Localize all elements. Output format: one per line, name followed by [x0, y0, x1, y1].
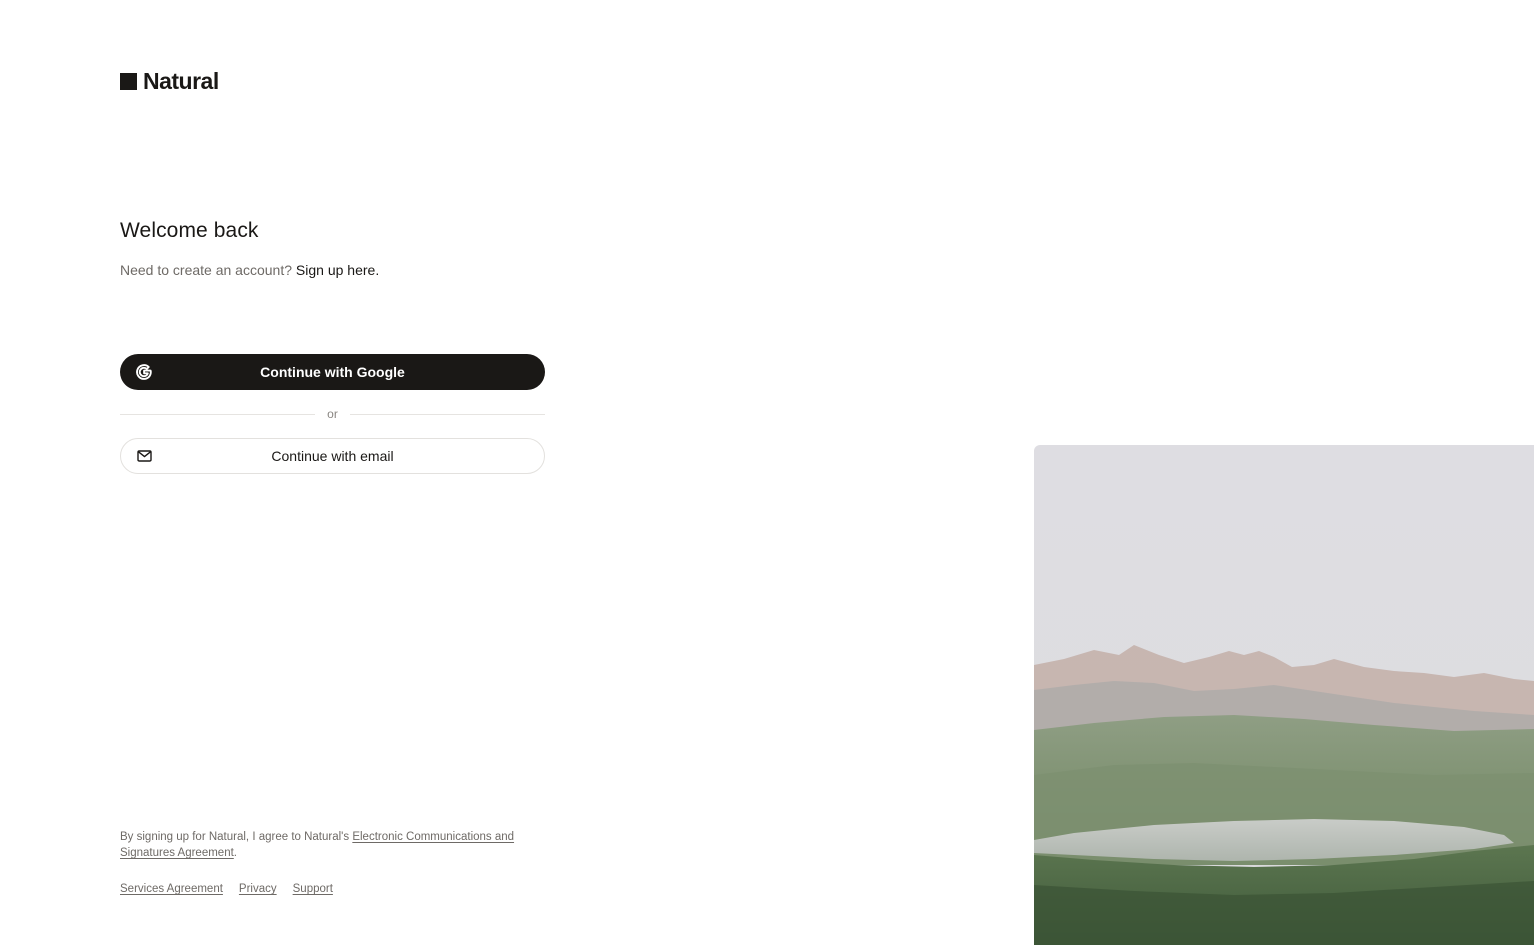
landscape-image [1034, 445, 1534, 945]
legal-notice-period: . [233, 847, 237, 859]
divider-line-right [349, 413, 546, 415]
signup-prompt: Need to create an account? Sign up here. [120, 262, 379, 278]
signup-prompt-text: Need to create an account? [120, 262, 293, 278]
services-agreement-link[interactable]: Services Agreement [120, 881, 223, 897]
privacy-link[interactable]: Privacy [239, 881, 277, 897]
or-divider: or [120, 405, 546, 423]
support-link[interactable]: Support [293, 881, 333, 897]
footer-links: Services Agreement Privacy Support [120, 881, 333, 897]
legal-notice-text: By signing up for Natural, I agree to Na… [120, 831, 350, 843]
legal-notice: By signing up for Natural, I agree to Na… [120, 829, 540, 861]
email-button-label: Continue with email [271, 448, 394, 464]
divider-line-left [120, 413, 316, 415]
login-page: Natural Welcome back Need to create an a… [0, 0, 1534, 945]
signup-link[interactable]: Sign up here [296, 262, 375, 278]
mail-icon [137, 450, 152, 462]
google-button-label: Continue with Google [260, 364, 405, 380]
continue-with-google-button[interactable]: Continue with Google [120, 354, 545, 390]
brand-logo[interactable]: Natural [120, 69, 219, 93]
brand-name: Natural [143, 68, 219, 94]
page-title: Welcome back [120, 219, 259, 242]
signup-prompt-period: . [375, 262, 380, 278]
google-icon [136, 364, 152, 380]
divider-text: or [327, 407, 338, 421]
square-logo-icon [120, 72, 137, 90]
continue-with-email-button[interactable]: Continue with email [120, 438, 545, 474]
